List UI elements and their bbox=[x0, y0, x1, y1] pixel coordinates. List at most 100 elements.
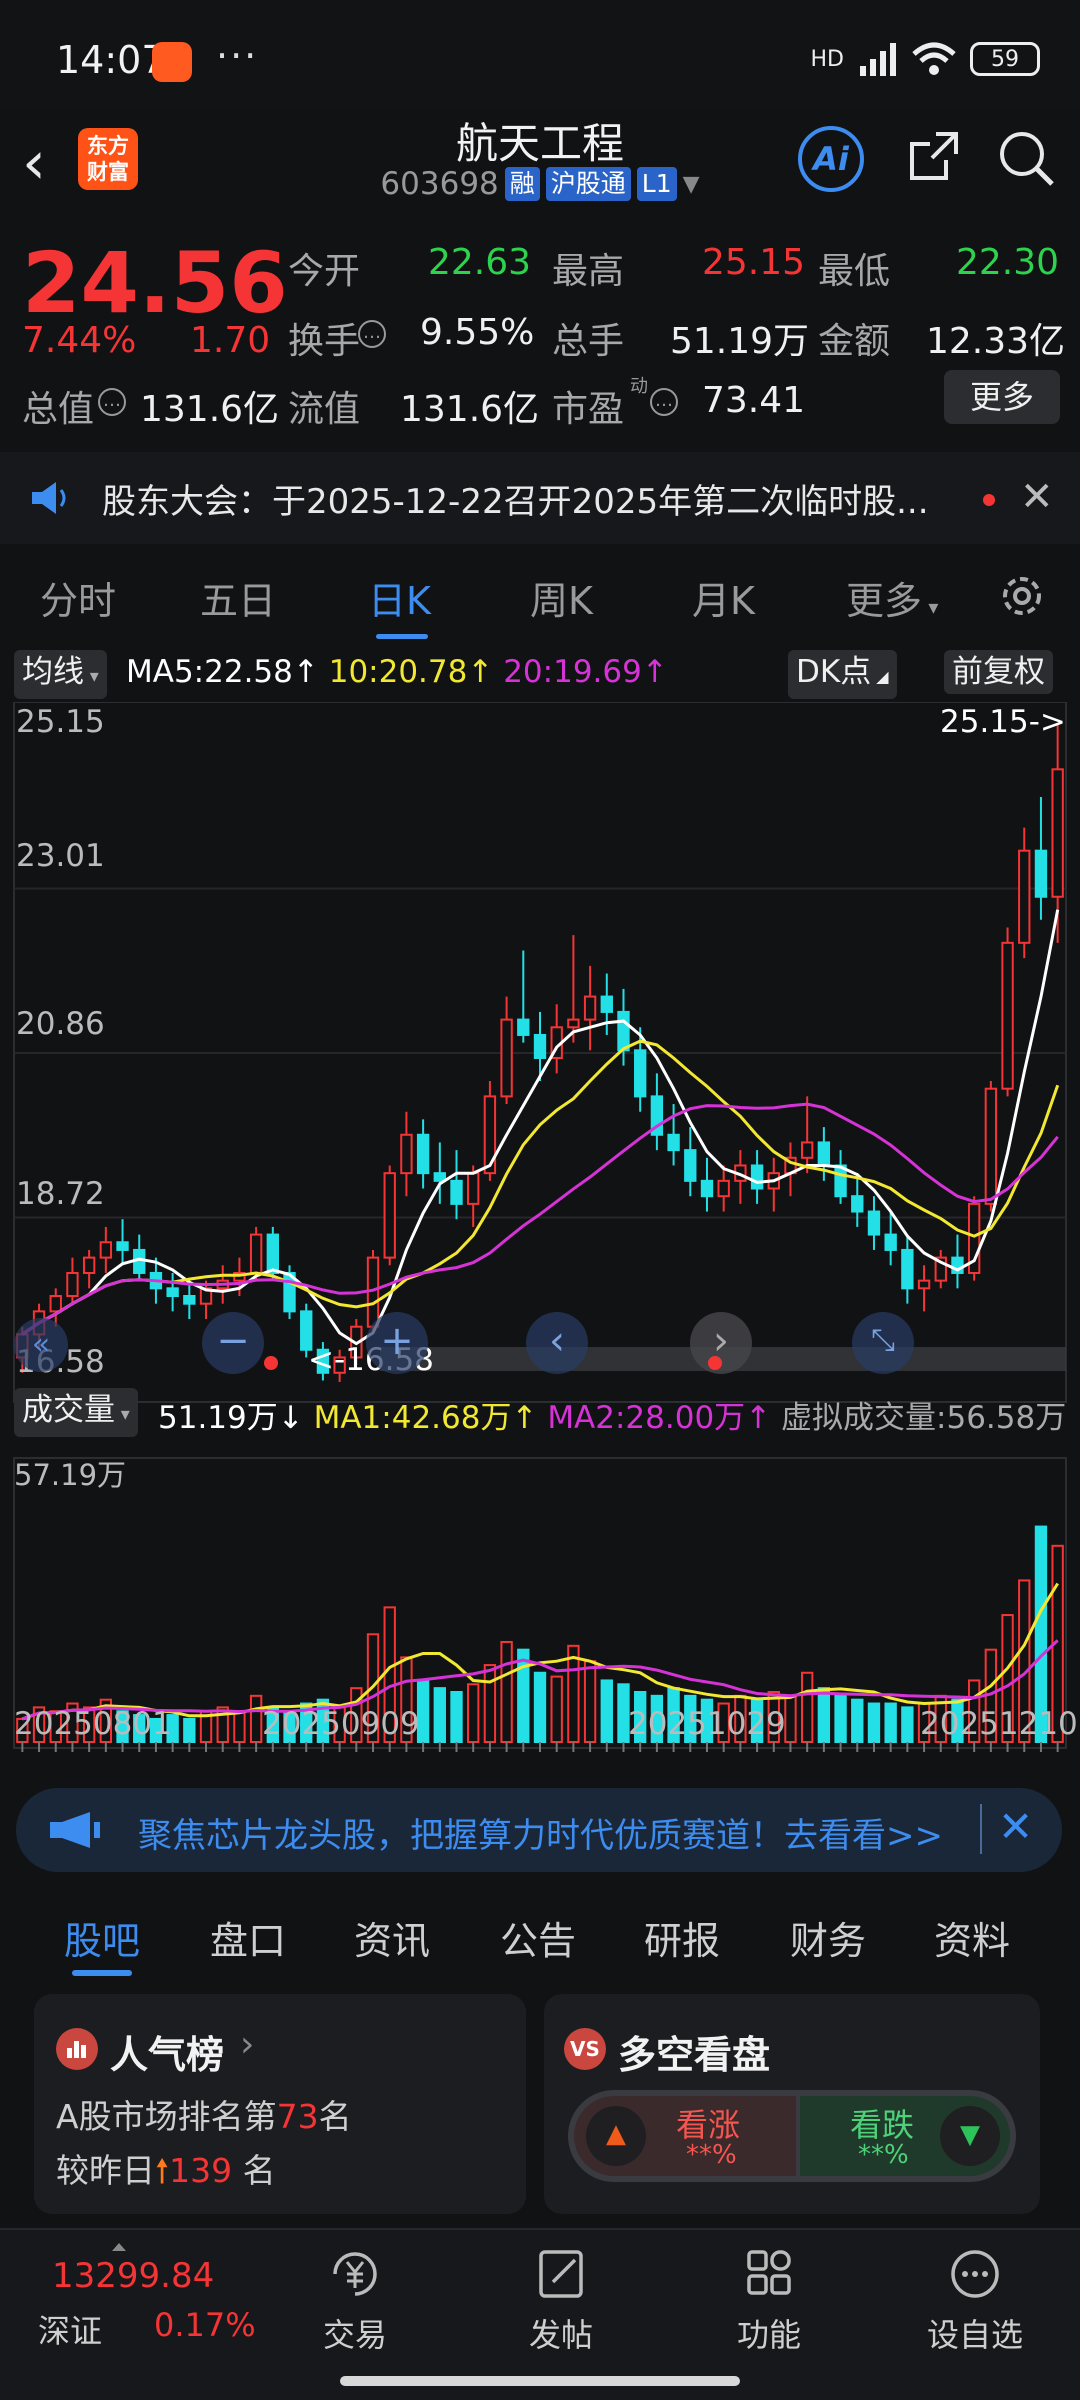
candle-body bbox=[617, 1010, 630, 1052]
fullscreen-icon[interactable]: ⤡ bbox=[852, 1312, 914, 1374]
nav-add-watchlist[interactable]: 设自选 bbox=[910, 2246, 1040, 2356]
info-icon[interactable]: … bbox=[98, 388, 126, 416]
close-icon[interactable]: ✕ bbox=[998, 1802, 1033, 1851]
candle-body bbox=[817, 1141, 831, 1167]
tab-order-book[interactable]: 盘口 bbox=[210, 1910, 286, 1965]
tab-research[interactable]: 研报 bbox=[644, 1910, 720, 1965]
share-icon[interactable] bbox=[906, 128, 962, 184]
volume-max-label: 57.19万 bbox=[14, 1458, 127, 1492]
dk-button[interactable]: DK点 ◢ bbox=[788, 650, 897, 699]
bottom-nav: 13299.84 深证 0.17% 交易 发帖 功能 设自选 bbox=[0, 2228, 1080, 2400]
scroll-left-icon[interactable]: ‹ bbox=[526, 1312, 588, 1374]
index-value[interactable]: 13299.84 bbox=[52, 2256, 214, 2296]
signal-dot bbox=[264, 1356, 278, 1370]
dropdown-icon[interactable]: ▼ bbox=[683, 172, 700, 197]
candle-body bbox=[450, 1179, 463, 1205]
ma20-line bbox=[21, 1102, 1059, 1336]
tab-financials[interactable]: 财务 bbox=[790, 1910, 866, 1965]
volume-bar bbox=[851, 1698, 864, 1744]
status-right: HD 59 bbox=[811, 42, 1040, 76]
candle-body bbox=[750, 1164, 764, 1190]
bull-button[interactable]: ▲ 看涨 **% bbox=[574, 2096, 796, 2176]
candle-body bbox=[166, 1287, 179, 1298]
gear-icon[interactable] bbox=[996, 570, 1048, 622]
volume-indicator-select[interactable]: 成交量 ▾ bbox=[14, 1388, 138, 1437]
more-button[interactable]: 更多 bbox=[944, 370, 1060, 424]
hd-icon: HD bbox=[810, 46, 844, 72]
candle-body bbox=[851, 1195, 864, 1213]
volume-bar bbox=[583, 1660, 597, 1744]
candle-body bbox=[1018, 849, 1031, 944]
divider bbox=[980, 1804, 982, 1854]
candle-body bbox=[82, 1256, 96, 1274]
popularity-card[interactable]: 人气榜 › A股市场排名第73名 较昨日🠕139 名 bbox=[34, 1994, 526, 2214]
volume-bar bbox=[567, 1644, 580, 1744]
pe-sup: 动 bbox=[630, 376, 648, 397]
up-arrow-icon: 🠕 bbox=[155, 2151, 170, 2190]
change-suffix: 名 bbox=[232, 2151, 276, 2190]
down-arrow-icon: ↓ bbox=[277, 1400, 304, 1436]
up-arrow-icon: ↑ bbox=[745, 1400, 772, 1436]
trade-icon bbox=[333, 2252, 377, 2296]
candle-body bbox=[684, 1149, 697, 1182]
candle-body bbox=[567, 1018, 580, 1029]
adjust-button[interactable]: 前复权 bbox=[944, 650, 1053, 694]
rank-prefix: A股市场排名第 bbox=[56, 2097, 277, 2136]
nav-add-watchlist-label: 设自选 bbox=[926, 2316, 1023, 2354]
volume-bar bbox=[817, 1687, 831, 1743]
amount-value: 12.33亿 bbox=[926, 321, 1066, 362]
candle-body bbox=[49, 1295, 62, 1313]
status-bar: 14:07 ··· HD 59 bbox=[0, 0, 1080, 110]
volume-bar bbox=[500, 1640, 513, 1744]
tab-weekly-k[interactable]: 周K bbox=[530, 570, 593, 625]
volume-bar bbox=[467, 1683, 480, 1744]
kline-chart[interactable] bbox=[0, 702, 1080, 1760]
close-icon[interactable]: ✕ bbox=[1020, 474, 1054, 520]
tab-intraday[interactable]: 分时 bbox=[40, 570, 116, 625]
corner-icon: ◢ bbox=[871, 667, 889, 686]
indicator-select[interactable]: 均线 ▾ bbox=[14, 650, 107, 699]
nav-post[interactable]: 发帖 bbox=[496, 2246, 626, 2356]
vote-bar: ▲ 看涨 **% 看跌 **% ▼ bbox=[568, 2090, 1016, 2182]
candle-body bbox=[433, 1172, 446, 1182]
tab-forum[interactable]: 股吧 bbox=[64, 1910, 140, 1965]
tab-more[interactable]: 更多 ▾ bbox=[846, 570, 938, 625]
ai-button[interactable]: Ai bbox=[798, 126, 864, 192]
tab-announcements[interactable]: 公告 bbox=[500, 1910, 576, 1965]
nav-post-label: 发帖 bbox=[528, 2316, 593, 2354]
notification-app-icon bbox=[152, 42, 192, 82]
info-icon[interactable]: … bbox=[650, 388, 678, 416]
candle-body bbox=[400, 1133, 413, 1175]
candle-body bbox=[984, 1087, 998, 1205]
x-tick-label: 20250909 bbox=[262, 1706, 420, 1742]
float-value: 131.6亿 bbox=[400, 389, 540, 430]
y-tick-label: 20.86 bbox=[16, 1006, 105, 1042]
tab-profile[interactable]: 资料 bbox=[934, 1910, 1010, 1965]
promo-banner[interactable]: 聚焦芯片龙头股，把握算力时代优质赛道！去看看>> ✕ bbox=[16, 1788, 1062, 1872]
volume-bar bbox=[483, 1664, 497, 1744]
search-icon[interactable] bbox=[996, 128, 1056, 188]
signal-icon bbox=[860, 43, 896, 76]
tab-monthly-k[interactable]: 月K bbox=[692, 570, 755, 625]
nav-trade[interactable]: 交易 bbox=[290, 2246, 420, 2356]
zoom-out-icon[interactable]: − bbox=[202, 1312, 264, 1374]
last-price: 24.56 bbox=[22, 234, 288, 332]
volume-bar bbox=[517, 1648, 530, 1743]
volume-bar bbox=[249, 1694, 263, 1743]
candle-body bbox=[884, 1233, 897, 1251]
zoom-in-icon[interactable]: + bbox=[366, 1312, 428, 1374]
caret-up-icon[interactable] bbox=[112, 2236, 126, 2251]
candle-body bbox=[249, 1233, 263, 1274]
tab-news[interactable]: 资讯 bbox=[354, 1910, 430, 1965]
ma10-text: 10:20.78 bbox=[328, 654, 468, 690]
notice-bar[interactable]: 股东大会：于2025-12-22召开2025年第二次临时股... ✕ bbox=[0, 452, 1080, 544]
volume-bar bbox=[450, 1690, 463, 1744]
bear-button[interactable]: 看跌 **% ▼ bbox=[800, 2096, 1010, 2176]
scroll-left-fast-icon[interactable]: « bbox=[14, 1318, 68, 1372]
tab-five-day[interactable]: 五日 bbox=[200, 570, 276, 625]
home-indicator[interactable] bbox=[340, 2376, 740, 2386]
info-icon[interactable]: … bbox=[358, 320, 386, 348]
nav-functions[interactable]: 功能 bbox=[704, 2246, 834, 2356]
open-value: 22.63 bbox=[428, 242, 532, 283]
tab-daily-k[interactable]: 日K bbox=[368, 570, 431, 625]
